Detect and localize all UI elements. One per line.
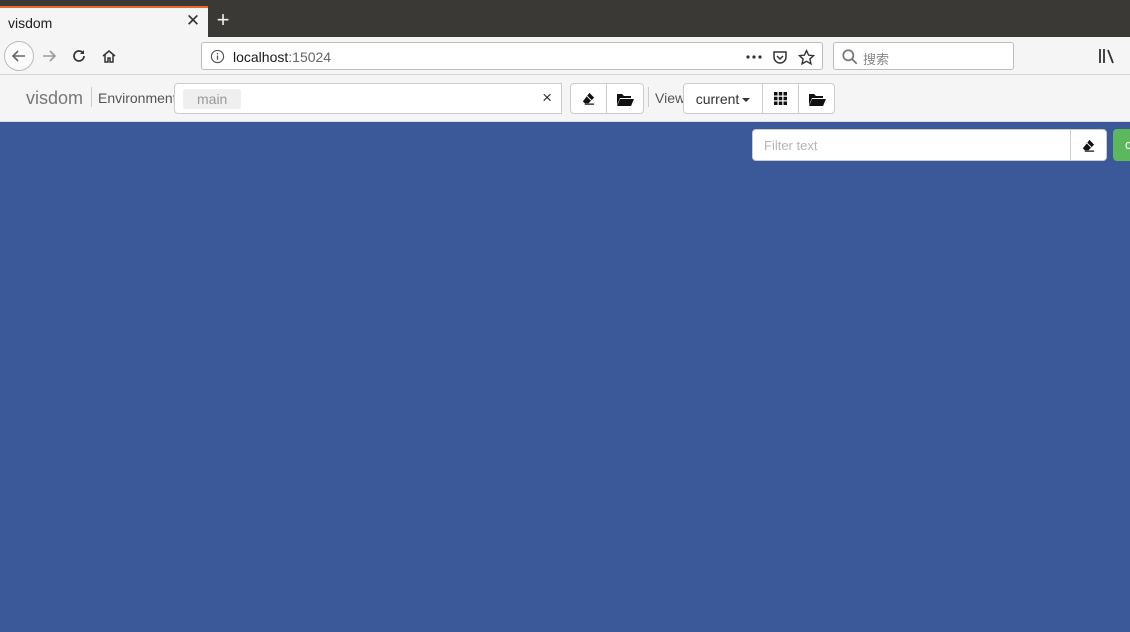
browser-nav-bar: localhost:15024 搜索: [0, 37, 1130, 75]
filter-input[interactable]: [752, 129, 1071, 161]
folder-open-icon: [808, 93, 826, 106]
environment-chip-main[interactable]: main: [183, 89, 242, 109]
arrow-right-icon: [43, 50, 57, 62]
url-text[interactable]: localhost:15024: [233, 49, 331, 65]
green-action-button[interactable]: c: [1113, 129, 1130, 161]
pocket-icon[interactable]: [770, 47, 790, 67]
tab-close-icon[interactable]: ✕: [184, 11, 202, 31]
eraser-icon: [1082, 139, 1095, 152]
reload-icon: [73, 50, 85, 62]
forward-button[interactable]: [36, 43, 62, 69]
search-icon: [842, 49, 858, 65]
manage-environments-button[interactable]: [606, 83, 644, 114]
home-button[interactable]: [96, 43, 122, 69]
environment-select[interactable]: main ×: [174, 83, 562, 114]
view-select-value: current: [686, 91, 761, 107]
visdom-toolbar: visdom Environment main × View current: [0, 75, 1130, 122]
search-bar[interactable]: 搜索: [833, 42, 1014, 70]
search-placeholder: 搜索: [863, 52, 890, 67]
more-actions-icon[interactable]: [744, 47, 764, 67]
browser-tab[interactable]: visdom ✕: [0, 6, 208, 37]
environment-label: Environment: [98, 90, 177, 106]
view-select[interactable]: current: [683, 83, 763, 114]
visdom-brand[interactable]: visdom: [26, 88, 83, 109]
clear-environment-button[interactable]: [570, 83, 607, 114]
url-host: localhost: [233, 49, 289, 65]
repack-grid-button[interactable]: [762, 83, 799, 114]
manage-views-button[interactable]: [798, 83, 835, 114]
folder-open-icon: [617, 93, 634, 106]
reload-button[interactable]: [66, 43, 92, 69]
tab-title: visdom: [8, 15, 53, 31]
new-tab-icon[interactable]: +: [212, 8, 234, 32]
info-icon[interactable]: [210, 49, 225, 64]
visdom-canvas: [0, 122, 1130, 632]
arrow-left-icon: [11, 50, 25, 62]
url-port: :15024: [288, 49, 332, 65]
back-button[interactable]: [4, 41, 34, 71]
environment-clear-icon[interactable]: ×: [542, 88, 552, 108]
url-bar[interactable]: localhost:15024: [201, 42, 823, 70]
library-icon[interactable]: [1097, 45, 1117, 67]
caret-down-icon: [742, 97, 751, 102]
view-selected-text: current: [695, 90, 740, 107]
filter-clear-button[interactable]: [1070, 129, 1107, 161]
home-icon: [102, 50, 116, 63]
grid-icon: [774, 92, 787, 105]
view-label: View: [655, 90, 686, 106]
divider: [91, 87, 92, 107]
browser-tab-strip: visdom ✕ +: [0, 0, 1130, 37]
eraser-icon: [582, 92, 595, 105]
bookmark-star-icon[interactable]: [796, 47, 816, 67]
divider: [648, 87, 649, 107]
